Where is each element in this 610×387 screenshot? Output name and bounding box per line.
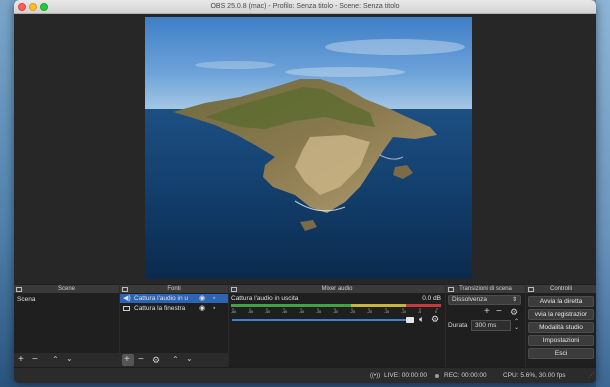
cpu-fps: CPU: 5.6%, 30.00 fps — [503, 372, 566, 379]
mixer-channel-name: Cattura l'audio in uscita — [231, 295, 299, 302]
start-streaming-button[interactable]: Avvia la diretta — [528, 296, 594, 307]
float-dock-icon[interactable] — [122, 287, 128, 292]
chevron-updown-icon: ⇕ — [511, 297, 517, 303]
volume-slider-handle[interactable] — [406, 317, 414, 323]
live-icon: ((•)) — [370, 373, 381, 379]
controls-dock-title: Controlli — [526, 284, 596, 293]
meter-scale-label: -30 — [333, 310, 339, 314]
add-scene-icon[interactable]: + — [18, 355, 24, 365]
meter-scale-label: -10 — [401, 310, 407, 314]
source-item-window[interactable]: Cattura la finestra ◉ ▪ — [120, 304, 228, 313]
speaker-icon: ◀) — [123, 295, 131, 302]
float-dock-icon[interactable] — [16, 287, 22, 292]
add-transition-icon[interactable]: + — [484, 307, 490, 317]
transition-select[interactable]: Dissolvenza ⇕ — [448, 295, 521, 305]
move-up-icon[interactable]: ⌃ — [52, 355, 59, 365]
minimize-window-button[interactable] — [29, 3, 37, 11]
move-down-icon[interactable]: ⌄ — [66, 354, 73, 364]
preview-area[interactable] — [14, 14, 596, 284]
mixer-dock-label: Mixer audio — [321, 286, 353, 292]
source-label-audio: Cattura l'audio in u — [134, 295, 188, 302]
studio-mode-button[interactable]: Modalità studio — [528, 322, 594, 333]
scene-item[interactable]: Scena — [14, 295, 119, 304]
move-up-icon[interactable]: ⌃ — [172, 355, 179, 365]
sources-list[interactable]: ◀) Cattura l'audio in u ◉ ▪ Cattura la f… — [120, 293, 228, 353]
audio-mixer-panel: Cattura l'audio in uscita 0.0 dB -60 -55 -… — [229, 293, 445, 367]
sources-dock-label: Fonti — [167, 286, 181, 292]
move-down-icon[interactable]: ⌄ — [186, 354, 193, 364]
rec-timer: REC: 00:00:00 — [444, 372, 487, 379]
obs-window: OBS 25.0.8 (mac) - Profilo: Senza titolo… — [14, 0, 596, 383]
resize-grip-icon[interactable]: ⋰ — [588, 368, 594, 383]
maximize-window-button[interactable] — [40, 3, 48, 11]
record-dot-icon — [435, 374, 439, 378]
scenes-dock-label: Scene — [57, 286, 75, 292]
meter-scale-label: -15 — [384, 310, 390, 314]
scenes-toolbar: + − ⌃ ⌄ — [14, 353, 119, 367]
preview-canvas[interactable] — [145, 17, 472, 279]
transition-selected: Dissolvenza — [452, 296, 488, 303]
duration-input[interactable]: 300 ms — [471, 320, 511, 331]
lock-icon[interactable]: ▪ — [213, 304, 215, 313]
start-recording-button[interactable]: vvia la registrazior — [528, 309, 594, 320]
desktop-background-left — [0, 0, 14, 387]
meter-scale-label: -35 — [316, 310, 322, 314]
duration-value: 300 ms — [475, 322, 497, 329]
remove-transition-icon[interactable]: − — [496, 307, 502, 317]
window-title: OBS 25.0.8 (mac) - Profilo: Senza titolo… — [210, 3, 400, 10]
live-timer: LIVE: 00:00:00 — [384, 372, 428, 379]
controls-dock-label: Controlli — [549, 286, 572, 292]
settings-button[interactable]: Impostazioni — [528, 335, 594, 346]
meter-scale: -60 -55 -50 -45 -40 -35 -30 -25 -20 -15 -10 -5 0 — [231, 310, 441, 316]
duration-stepper[interactable]: ⌃ ⌄ — [514, 319, 519, 331]
transitions-dock-label: Transizioni di scena — [459, 286, 512, 292]
gear-icon[interactable]: ⚙ — [510, 307, 518, 317]
meter-scale-label: -20 — [367, 310, 373, 314]
float-dock-icon[interactable] — [448, 287, 454, 292]
meter-scale-label: -60 — [231, 310, 237, 314]
sources-dock-title: Fonti — [120, 284, 228, 293]
meter-scale-label: -40 — [299, 310, 305, 314]
island-wallpaper-image — [145, 17, 472, 279]
gear-icon[interactable]: ⚙ — [152, 355, 160, 365]
source-label-window: Cattura la finestra — [134, 305, 186, 312]
eye-icon[interactable]: ◉ — [199, 294, 205, 303]
speaker-mute-icon[interactable]: 🔈︎ — [419, 314, 424, 325]
sources-toolbar: + − ⚙ ⌃ ⌄ — [120, 353, 228, 367]
volume-slider[interactable] — [232, 319, 412, 321]
scenes-list[interactable]: Scena — [14, 293, 119, 353]
duration-label: Durata — [448, 322, 468, 329]
meter-scale-label: -55 — [248, 310, 254, 314]
add-source-icon[interactable]: + — [124, 355, 130, 365]
close-window-button[interactable] — [18, 3, 26, 11]
meter-scale-label: -50 — [265, 310, 271, 314]
float-dock-icon[interactable] — [231, 287, 237, 292]
transitions-dock-title: Transizioni di scena — [446, 284, 525, 293]
float-dock-icon[interactable] — [528, 287, 534, 292]
gear-icon[interactable]: ⚙ — [431, 314, 439, 325]
window-icon — [123, 306, 130, 311]
desktop-background-right — [596, 0, 610, 387]
status-bar: ((•)) LIVE: 00:00:00 REC: 00:00:00 CPU: … — [14, 367, 596, 383]
source-item-audio[interactable]: ◀) Cattura l'audio in u ◉ ▪ — [120, 294, 228, 303]
remove-scene-icon[interactable]: − — [32, 355, 38, 365]
title-bar: OBS 25.0.8 (mac) - Profilo: Senza titolo… — [14, 0, 596, 14]
mixer-level-readout: 0.0 dB — [422, 295, 441, 302]
eye-icon[interactable]: ◉ — [199, 304, 205, 313]
remove-source-icon[interactable]: − — [138, 355, 144, 365]
transitions-panel: Dissolvenza ⇕ + − ⚙ Durata 300 ms ⌃ ⌄ — [446, 293, 525, 367]
exit-button[interactable]: Esci — [528, 348, 594, 359]
meter-scale-label: -45 — [282, 310, 288, 314]
lock-icon[interactable]: ▪ — [213, 294, 215, 303]
meter-scale-label: -25 — [350, 310, 356, 314]
mixer-dock-title: Mixer audio — [229, 284, 445, 293]
scenes-dock-title: Scene — [14, 284, 119, 293]
